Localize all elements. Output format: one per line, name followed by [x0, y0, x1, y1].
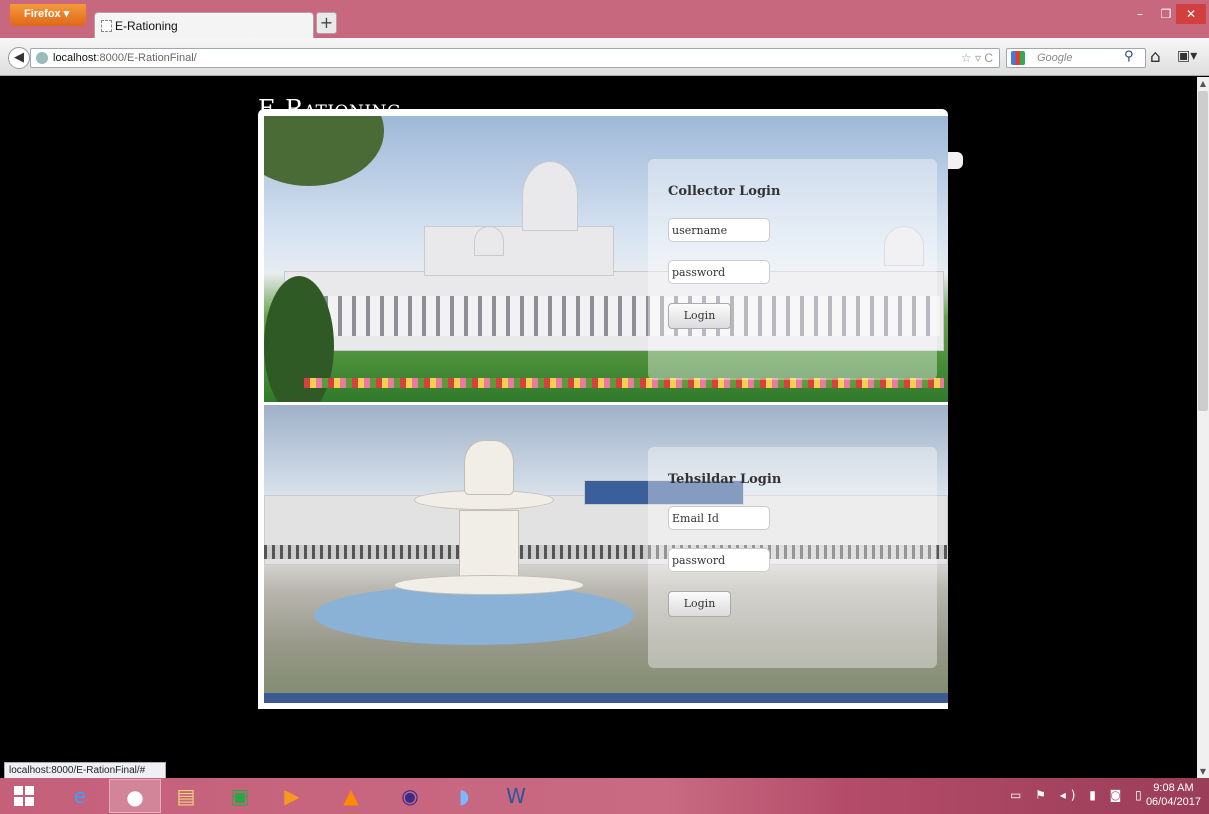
clock-date: 06/04/2017 [1145, 796, 1201, 808]
tehsildar-email-input[interactable]: Email Id [668, 506, 770, 530]
minimize-button[interactable]: – [1126, 4, 1154, 24]
media-player-icon[interactable]: ▶ [266, 779, 318, 813]
search-placeholder: Google [1037, 52, 1073, 64]
globe-icon [36, 52, 48, 64]
start-button-icon[interactable] [14, 786, 34, 806]
taskbar-clock[interactable]: 9:08 AM 06/04/2017 [1146, 781, 1201, 809]
google-icon [1011, 51, 1025, 65]
building-small-dome [474, 226, 504, 256]
building-center [424, 226, 614, 276]
close-button[interactable]: ✕ [1176, 4, 1206, 24]
url-host: localhost [53, 52, 97, 64]
building-dome [522, 161, 578, 231]
scroll-up-icon[interactable]: ▲ [1198, 79, 1208, 88]
eclipse-icon[interactable]: ◉ [384, 779, 436, 813]
back-arrow-icon[interactable]: ◀ [8, 47, 30, 69]
new-tab-button[interactable]: + [316, 12, 337, 34]
clock-time: 9:08 AM [1153, 782, 1194, 794]
netbeans-icon[interactable]: ◗ [438, 779, 490, 813]
file-explorer-icon[interactable]: ▤ [160, 779, 212, 813]
word-icon[interactable]: W [490, 779, 542, 813]
fountain-base [394, 575, 584, 595]
tehsildar-login-title: Tehsildar Login [668, 472, 782, 487]
tab-title: E-Rationing [115, 19, 178, 33]
url-actions[interactable]: ☆ ▿ C [961, 51, 993, 65]
internet-explorer-icon[interactable]: e [54, 779, 106, 813]
fountain-spire [464, 440, 514, 495]
search-icon[interactable]: ⚲ [1124, 49, 1134, 64]
tehsildar-login-button[interactable]: Login [668, 591, 731, 617]
bookmarks-menu-icon[interactable]: ▣▾ [1177, 48, 1197, 64]
collector-login-button[interactable]: Login [668, 303, 731, 329]
tab-e-rationing[interactable]: E-Rationing [94, 12, 314, 38]
scrollbar-thumb[interactable] [1198, 91, 1208, 411]
page-favicon-icon [101, 20, 112, 32]
system-tray-icons[interactable]: ▭ ⚑ ◂) ▮ ◙ ▯ [1010, 788, 1147, 802]
collector-username-input[interactable]: username [668, 218, 770, 242]
vlc-icon[interactable]: ▲ [325, 779, 377, 813]
browser-navbar: ◀ localhost:8000/E-RationFinal/ ☆ ▿ C Go… [0, 38, 1209, 76]
collector-password-input[interactable]: password [668, 260, 770, 284]
url-bar[interactable]: localhost:8000/E-RationFinal/ ☆ ▿ C [30, 48, 1000, 68]
store-icon[interactable]: ▣ [214, 779, 266, 813]
page-scrollbar[interactable]: ▲ ▼ [1197, 77, 1209, 778]
collector-login-title: Collector Login [668, 184, 781, 199]
scroll-down-icon[interactable]: ▼ [1198, 767, 1208, 776]
url-path: :8000/E-RationFinal/ [96, 52, 197, 64]
tehsildar-login-form: Tehsildar Login Email Id password Login [648, 447, 937, 668]
windows-taskbar: e ● ▤ ▣ ▶ ▲ ◉ ◗ W ▭ ⚑ ◂) ▮ ◙ ▯ 9:08 AM 0… [0, 778, 1209, 814]
firefox-menu-button[interactable]: Firefox ▾ [10, 4, 86, 26]
browser-titlebar: Firefox ▾ E-Rationing + – ❐ ✕ [0, 0, 1209, 38]
footer-strip [264, 693, 948, 703]
firefox-icon[interactable]: ● [109, 779, 161, 813]
tree-icon [264, 116, 384, 186]
home-icon[interactable]: ⌂ [1150, 47, 1161, 67]
collector-login-form: Collector Login username password Login [648, 159, 937, 380]
tehsildar-password-input[interactable]: password [668, 548, 770, 572]
